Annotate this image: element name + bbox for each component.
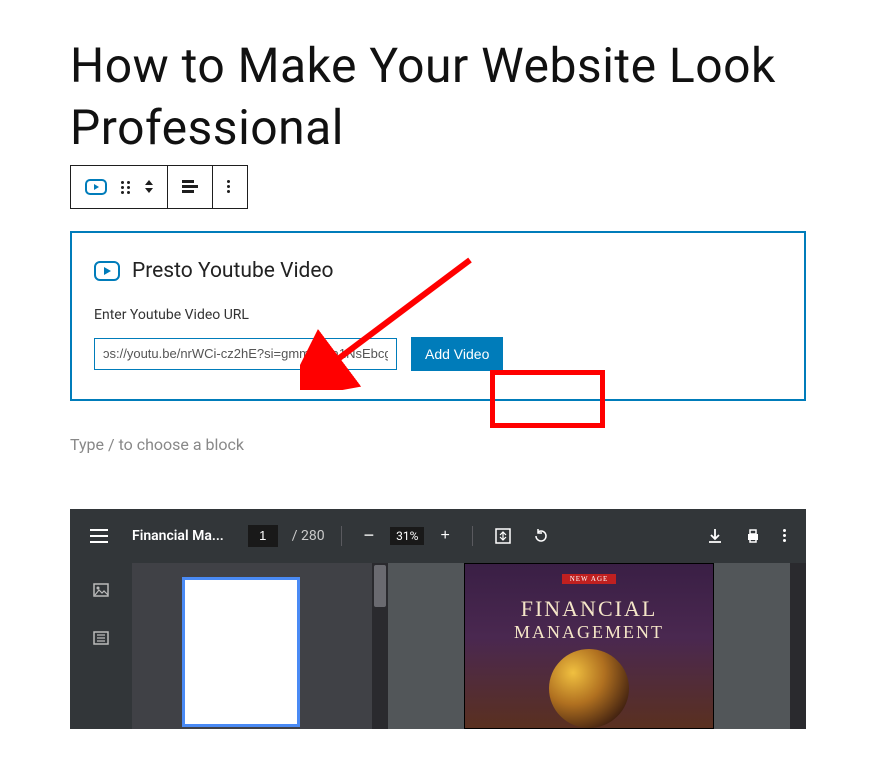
fit-page-button[interactable] [489,522,517,550]
video-icon [85,179,107,195]
fit-icon [495,528,511,544]
page-number-input[interactable] [248,525,278,547]
zoom-percent: 31% [390,527,424,545]
hamburger-icon [90,529,108,543]
presto-youtube-block: Presto Youtube Video Enter Youtube Video… [70,231,806,401]
pdf-sidebar [70,563,132,729]
separator [341,526,342,546]
page-total: / 280 [292,528,325,544]
presto-block-title: Presto Youtube Video [132,259,334,283]
page-scrollbar[interactable] [790,563,806,729]
add-video-button[interactable]: Add Video [411,337,503,371]
image-icon [93,583,109,597]
slash-placeholder[interactable]: Type / to choose a block [70,435,806,454]
pdf-page-area[interactable]: NEW AGE FINANCIAL MANAGEMENT [388,563,790,729]
align-button[interactable] [176,174,204,199]
more-icon [227,180,230,193]
cover-globe-image [549,649,629,728]
move-buttons[interactable] [139,174,159,199]
youtube-url-input[interactable] [94,338,397,370]
book-cover: NEW AGE FINANCIAL MANAGEMENT [464,563,714,729]
rotate-button[interactable] [527,522,555,550]
zoom-in-button[interactable]: + [434,521,455,551]
pdf-filename: Financial Ma... [132,528,224,544]
menu-button[interactable] [84,523,114,549]
page-thumbnail[interactable] [182,577,300,727]
pdf-toolbar: Financial Ma... / 280 − 31% + [70,509,806,563]
block-type-button[interactable] [79,173,113,201]
cover-title-1: FINANCIAL [521,596,658,622]
drag-handle[interactable] [113,174,139,200]
outline-icon [93,631,109,645]
url-input-label: Enter Youtube Video URL [94,307,782,323]
block-toolbar [70,165,248,209]
print-icon [745,528,761,544]
page-title: How to Make Your Website Look Profession… [70,35,806,160]
download-icon [707,528,723,544]
download-button[interactable] [701,522,729,550]
drag-icon [119,180,133,194]
rotate-icon [533,528,549,544]
pdf-more-button[interactable] [777,523,792,548]
more-options-button[interactable] [221,174,236,199]
thumbnail-panel [132,563,372,729]
chevron-updown-icon [145,180,153,193]
pdf-viewer: Financial Ma... / 280 − 31% + [70,509,806,729]
thumbs-scrollbar[interactable] [372,563,388,729]
outline-tab[interactable] [87,625,115,651]
thumbnails-tab[interactable] [87,577,115,603]
align-icon [182,180,198,193]
presto-video-icon [94,261,120,281]
more-icon [783,529,786,542]
cover-title-2: MANAGEMENT [514,622,664,643]
cover-badge: NEW AGE [562,574,617,584]
print-button[interactable] [739,522,767,550]
separator [472,526,473,546]
zoom-out-button[interactable]: − [358,519,381,552]
